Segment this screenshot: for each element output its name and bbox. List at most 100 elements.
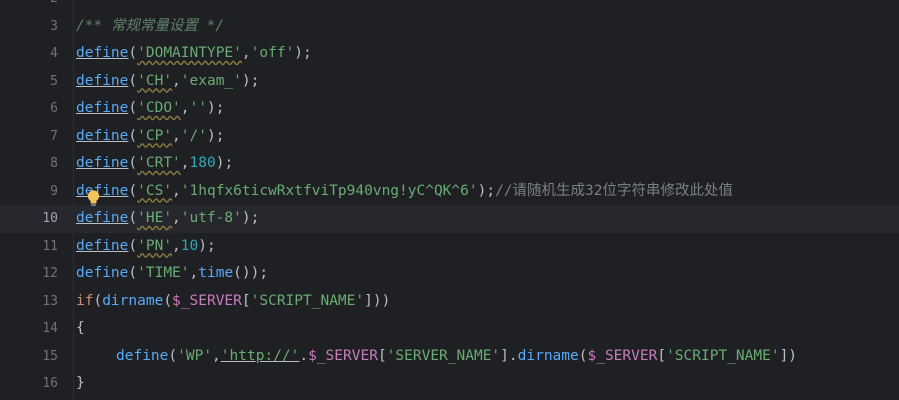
code-token-fn: time: [198, 265, 234, 281]
code-token-punc: ,: [172, 182, 181, 199]
code-line-14[interactable]: 14 {: [0, 315, 899, 343]
code-token-punc: (: [128, 182, 138, 199]
code-token-punc: [: [241, 292, 251, 309]
code-token-punc: );: [198, 237, 216, 254]
code-token-str: 'utf-8': [180, 210, 242, 226]
code-token-fn: dirname: [517, 347, 579, 364]
code-token-str: 'SCRIPT_NAME': [666, 347, 780, 364]
code-token-punc: );: [477, 182, 496, 199]
code-text[interactable]: define('PN',10);: [76, 233, 216, 261]
code-token-punc: (: [128, 72, 138, 89]
code-token-punc: ].: [500, 347, 518, 364]
code-token-punc: ,: [172, 127, 181, 144]
lightbulb-icon[interactable]: [87, 190, 100, 208]
code-token-num: 180: [189, 155, 216, 171]
line-number[interactable]: 14: [0, 315, 58, 343]
code-line-6[interactable]: 6 define('CDO','');: [0, 95, 899, 123]
code-text[interactable]: define('CH','exam_');: [76, 68, 259, 96]
code-token-punc: (: [128, 210, 138, 226]
line-number[interactable]: 15: [0, 343, 58, 371]
code-text[interactable]: /** 常规常量设置 */: [76, 13, 224, 41]
code-token-str: 'CH': [137, 72, 173, 89]
code-token-punc: );: [241, 72, 260, 89]
code-line-13[interactable]: 13 if(dirname($_SERVER['SCRIPT_NAME'])): [0, 288, 899, 316]
code-line-10[interactable]: 10 define('HE','utf-8');: [0, 205, 899, 233]
code-token-punc: (: [128, 127, 138, 144]
code-text[interactable]: define('HE','utf-8');: [76, 205, 259, 233]
code-line-4[interactable]: 4 define('DOMAINTYPE','off');: [0, 40, 899, 68]
code-text[interactable]: {: [76, 315, 85, 343]
code-line-9[interactable]: 9 define('CS','1hqfx6ticwRxtfviTp940vng!y…: [0, 178, 899, 206]
code-token-punc: (: [128, 155, 138, 171]
code-token-var: $_SERVER: [587, 347, 658, 364]
code-token-str: 'TIME': [137, 265, 190, 281]
code-token-str: 'CDO': [137, 100, 181, 116]
line-number[interactable]: 6: [0, 95, 58, 123]
code-token-var: $_SERVER: [308, 347, 378, 364]
code-editor[interactable]: 23 /** 常规常量设置 */ 4 define('DOMAINTYPE','off…: [0, 0, 899, 400]
code-text[interactable]: define('CP','/');: [76, 123, 224, 151]
code-token-fn: define: [76, 45, 129, 61]
code-line-3[interactable]: 3 /** 常规常量设置 */: [0, 13, 899, 41]
line-number[interactable]: 9: [0, 178, 58, 206]
code-token-str: 'PN': [137, 237, 173, 254]
code-line-11[interactable]: 11 define('PN',10);: [0, 233, 899, 261]
code-text[interactable]: }: [76, 370, 85, 398]
code-token-str: 'off': [250, 45, 295, 61]
code-line-15[interactable]: 15 define('WP','http://'.$_SERVER['SERVER…: [0, 343, 899, 371]
code-line-2[interactable]: 2: [0, 0, 899, 13]
code-line-5[interactable]: 5 define('CH','exam_');: [0, 68, 899, 96]
line-number[interactable]: 3: [0, 13, 58, 41]
code-token-fn: define: [76, 100, 129, 116]
code-token-doc: /** 常规常量设置 */: [76, 17, 225, 34]
line-number[interactable]: 16: [0, 370, 58, 398]
code-token-punc: ());: [233, 265, 269, 281]
code-token-punc: );: [206, 127, 225, 144]
code-token-num: 10: [180, 237, 199, 254]
code-text[interactable]: define('CDO','');: [76, 95, 224, 123]
code-token-punc: ,: [172, 210, 181, 226]
code-token-punc: );: [206, 100, 225, 116]
code-text[interactable]: define('TIME',time());: [76, 260, 268, 288]
code-token-str: 'http://': [220, 347, 300, 364]
code-token-punc: .: [299, 347, 309, 364]
line-number[interactable]: 10: [0, 205, 58, 233]
code-token-punc: (: [128, 45, 138, 61]
code-token-cmt: //请随机生成32位字符串修改此处值: [495, 182, 733, 199]
code-line-12[interactable]: 12 define('TIME',time());: [0, 260, 899, 288]
code-text[interactable]: define('CS','1hqfx6ticwRxtfviTp940vng!yC…: [76, 178, 733, 206]
code-token-punc: ,: [212, 347, 221, 364]
code-token-str: 'HE': [137, 210, 173, 226]
code-token-fn: define: [116, 347, 169, 364]
code-token-fn: define: [76, 72, 129, 89]
line-number[interactable]: 4: [0, 40, 58, 68]
code-token-punc: ,: [180, 100, 190, 116]
line-number[interactable]: 5: [0, 68, 58, 96]
code-text[interactable]: if(dirname($_SERVER['SCRIPT_NAME'])): [76, 288, 390, 316]
code-token-punc: );: [215, 155, 234, 171]
code-token-punc: );: [294, 45, 312, 61]
code-token-str: 'exam_': [180, 72, 242, 89]
code-line-7[interactable]: 7 define('CP','/');: [0, 123, 899, 151]
code-text[interactable]: define('DOMAINTYPE','off');: [76, 40, 312, 68]
line-number[interactable]: 2: [0, 0, 58, 13]
code-token-punc: }: [76, 375, 85, 391]
line-number[interactable]: 11: [0, 233, 58, 261]
line-number[interactable]: 12: [0, 260, 58, 288]
code-token-str: '1hqfx6ticwRxtfviTp940vng!yC^QK^6': [180, 182, 478, 199]
code-token-punc: ,: [180, 155, 190, 171]
line-number[interactable]: 7: [0, 123, 58, 151]
code-text[interactable]: define('CRT',180);: [76, 150, 233, 178]
code-line-16[interactable]: 16}: [0, 370, 899, 398]
code-token-punc: );: [241, 210, 260, 226]
code-line-8[interactable]: 8 define('CRT',180);: [0, 150, 899, 178]
code-token-punc: (: [128, 237, 138, 254]
line-number[interactable]: 8: [0, 150, 58, 178]
code-token-punc: {: [76, 320, 85, 336]
code-token-fn: define: [76, 265, 129, 281]
code-token-var: $_SERVER: [172, 292, 242, 309]
code-token-fn: define: [76, 127, 129, 144]
line-number[interactable]: 13: [0, 288, 58, 316]
code-token-fn: dirname: [102, 292, 164, 309]
code-text[interactable]: define('WP','http://'.$_SERVER['SERVER_N…: [76, 343, 797, 371]
